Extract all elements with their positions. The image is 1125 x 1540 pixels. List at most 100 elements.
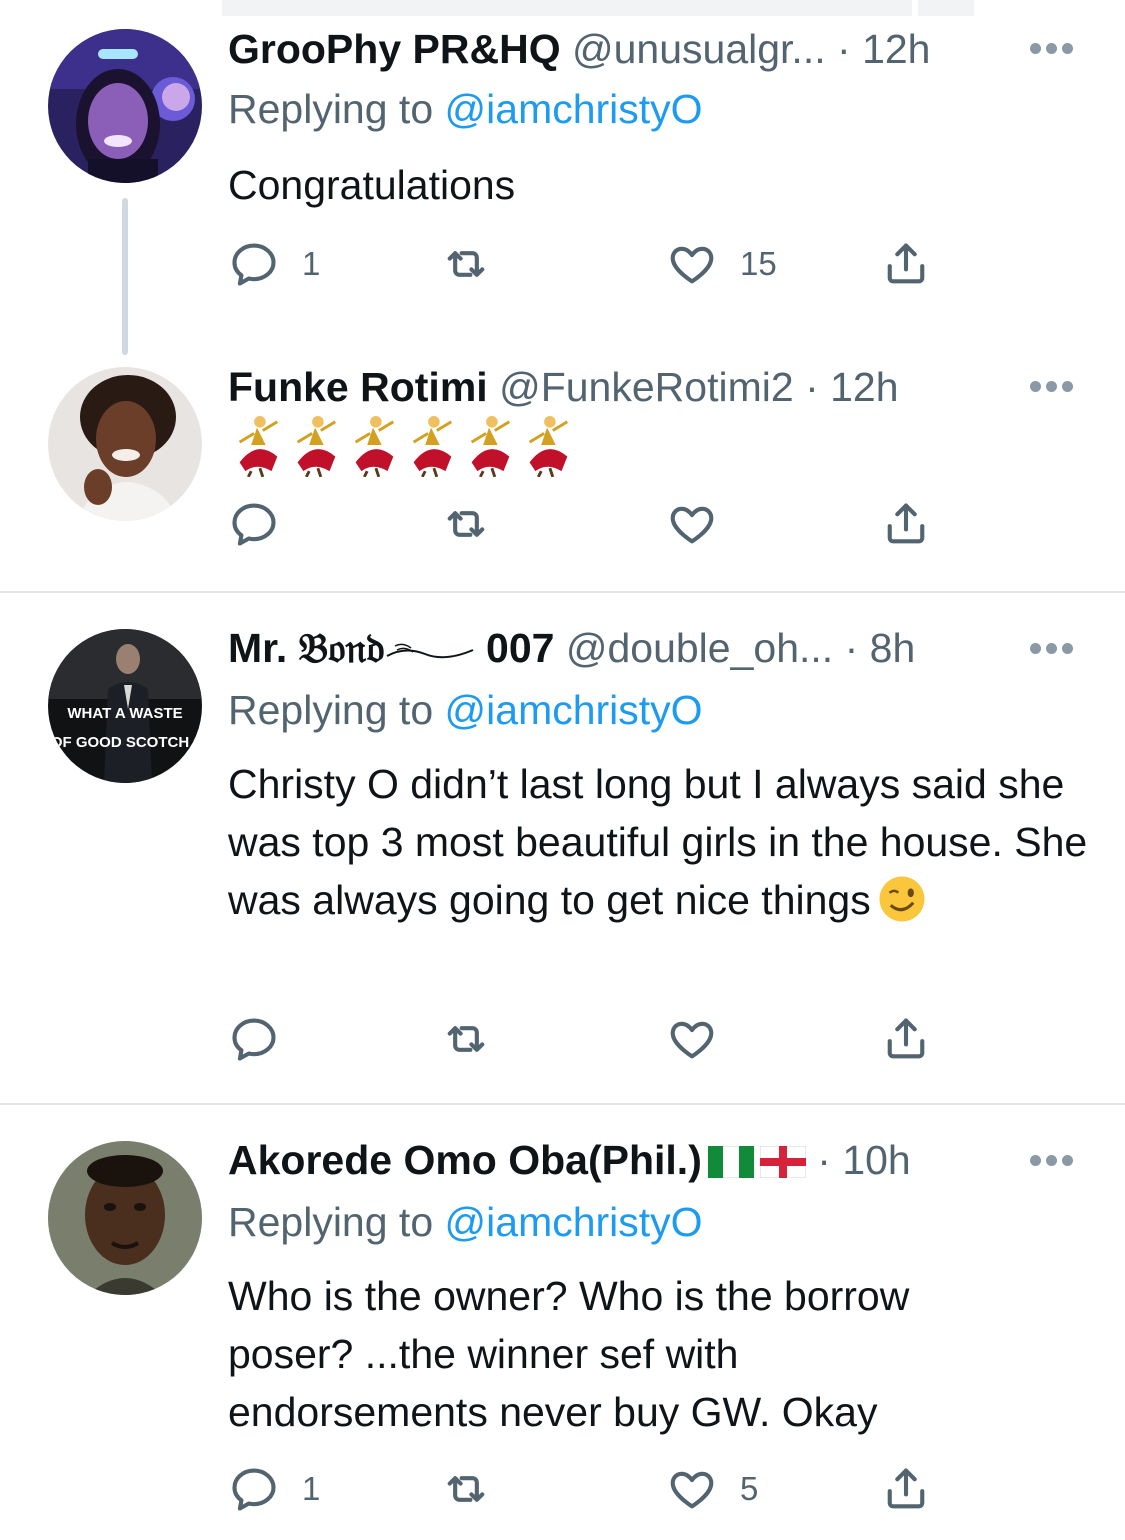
share-button[interactable] — [880, 496, 932, 552]
reply-button[interactable]: 1 — [228, 236, 320, 292]
dancer-emoji-icon — [470, 416, 511, 477]
user-handle[interactable]: @FunkeRotimi2 — [499, 364, 794, 410]
avatar-caption-line1: WHAT A WASTE — [67, 705, 182, 722]
mention-link[interactable]: @iamchristyO — [445, 86, 703, 132]
tweet-text-line: poser? ...the winner sef with — [228, 1331, 739, 1377]
tweet-text: Who is the owner? Who is the borrow pose… — [228, 1267, 1088, 1441]
retweet-icon — [447, 511, 485, 537]
retweet-button[interactable] — [440, 1461, 492, 1517]
more-icon[interactable] — [1030, 43, 1074, 55]
user-handle[interactable]: @double_oh... — [566, 625, 833, 671]
display-name[interactable]: GrooPhy PR&HQ — [228, 26, 561, 72]
like-icon — [670, 506, 714, 544]
timestamp[interactable]: 10h — [842, 1137, 910, 1183]
share-button[interactable] — [880, 1011, 932, 1067]
tweet-text-content: Christy O didn’t last long but I always … — [228, 761, 1088, 923]
avatar[interactable] — [48, 29, 202, 183]
tweet-actions: 1 15 — [228, 236, 1028, 292]
display-name[interactable]: Funke Rotimi — [228, 364, 488, 410]
dancer-emoji-icon — [528, 416, 569, 477]
reply-button[interactable] — [228, 496, 280, 552]
separator-dot: · — [817, 1137, 831, 1183]
more-icon[interactable] — [1030, 381, 1074, 393]
replying-to: Replying to @iamchristyO — [228, 84, 703, 134]
tweet-header: Akorede Omo Oba(Phil.) · 10h — [228, 1135, 911, 1185]
retweet-icon — [447, 251, 485, 277]
like-button[interactable] — [666, 1011, 718, 1067]
share-icon — [887, 1468, 925, 1509]
like-button[interactable] — [666, 496, 718, 552]
tweet-actions — [228, 496, 1028, 552]
more-icon[interactable] — [1030, 643, 1074, 655]
like-icon — [670, 1471, 714, 1509]
nigeria-flag-icon — [707, 1146, 754, 1178]
mention-link[interactable]: @iamchristyO — [445, 1199, 703, 1245]
tweet-reply[interactable]: GrooPhy PR&HQ @unusualgr... · 12h Replyi… — [0, 0, 1125, 355]
user-handle[interactable]: @unusualgr... — [572, 26, 826, 72]
tweet-header: Mr. 𝔅𝔬𝔫𝔡 007 @double_oh... · 8h — [228, 623, 915, 673]
dancer-emoji-icon — [296, 416, 337, 477]
separator-dot: · — [837, 26, 851, 72]
reply-button[interactable]: 1 — [228, 1461, 320, 1517]
tweet-reply[interactable]: WHAT A WASTE OF GOOD SCOTCH Mr. 𝔅𝔬𝔫𝔡 007… — [0, 593, 1125, 1103]
reply-count: 1 — [302, 245, 321, 282]
timestamp[interactable]: 8h — [870, 625, 916, 671]
england-flag-icon — [759, 1146, 806, 1178]
tweet-emoji-text — [228, 413, 576, 477]
retweet-icon — [447, 1026, 485, 1052]
tweet-text: Christy O didn’t last long but I always … — [228, 755, 1088, 929]
separator-dot: · — [805, 364, 819, 410]
dancer-emoji-icon — [354, 416, 395, 477]
share-icon — [887, 243, 925, 284]
timestamp[interactable]: 12h — [862, 26, 930, 72]
display-name-blackletter: 𝔅𝔬𝔫𝔡 — [298, 624, 385, 672]
mention-link[interactable]: @iamchristyO — [445, 687, 703, 733]
winking-face-emoji-icon — [879, 876, 925, 922]
tweet-actions: 1 5 — [228, 1461, 1028, 1517]
reply-icon — [232, 1468, 276, 1511]
more-icon[interactable] — [1030, 1155, 1074, 1167]
avatar[interactable] — [48, 367, 202, 521]
retweet-icon — [447, 1476, 485, 1502]
display-name-suffix: 007 — [474, 625, 555, 671]
replying-prefix: Replying to — [228, 687, 434, 733]
tweet-text: Congratulations — [228, 162, 516, 208]
display-name[interactable]: Mr. 𝔅𝔬𝔫𝔡 007 — [228, 624, 555, 672]
reply-count: 1 — [302, 1470, 321, 1507]
display-name-prefix: Mr. — [228, 625, 299, 671]
tweet-header: Funke Rotimi @FunkeRotimi2 · 12h — [228, 362, 899, 412]
like-icon — [670, 1021, 714, 1059]
share-button[interactable] — [880, 236, 932, 292]
like-button[interactable]: 5 — [666, 1461, 758, 1517]
retweet-button[interactable] — [440, 1011, 492, 1067]
tweet-text-line: endorsements never buy GW. Okay — [228, 1389, 878, 1435]
replying-prefix: Replying to — [228, 1199, 434, 1245]
replying-to: Replying to @iamchristyO — [228, 1197, 703, 1247]
timestamp[interactable]: 12h — [830, 364, 898, 410]
tweet-header: GrooPhy PR&HQ @unusualgr... · 12h — [228, 24, 931, 74]
share-button[interactable] — [880, 1461, 932, 1517]
retweet-button[interactable] — [440, 236, 492, 292]
reply-icon — [232, 243, 276, 286]
share-icon — [887, 1018, 925, 1059]
reply-button[interactable] — [228, 1011, 280, 1067]
tweet-reply[interactable]: Akorede Omo Oba(Phil.) · 10h Replying to… — [0, 1105, 1125, 1540]
retweet-button[interactable] — [440, 496, 492, 552]
tweet-text-line: Who is the owner? Who is the borrow — [228, 1273, 910, 1319]
avatar-caption-line2: OF GOOD SCOTCH — [51, 734, 189, 751]
like-button[interactable]: 15 — [666, 236, 777, 292]
like-icon — [670, 246, 714, 284]
flourish-icon — [386, 643, 474, 659]
like-count: 5 — [740, 1470, 759, 1507]
replying-to: Replying to @iamchristyO — [228, 685, 703, 735]
reply-icon — [232, 503, 276, 546]
reply-icon — [232, 1018, 276, 1061]
avatar[interactable] — [48, 1141, 202, 1295]
display-name[interactable]: Akorede Omo Oba(Phil.) — [228, 1137, 702, 1183]
avatar[interactable]: WHAT A WASTE OF GOOD SCOTCH — [48, 629, 202, 783]
separator-dot: · — [844, 625, 859, 671]
like-count: 15 — [740, 245, 777, 282]
tweet-actions — [228, 1011, 1028, 1067]
share-icon — [887, 503, 925, 544]
dancer-emoji-icon — [412, 416, 453, 477]
